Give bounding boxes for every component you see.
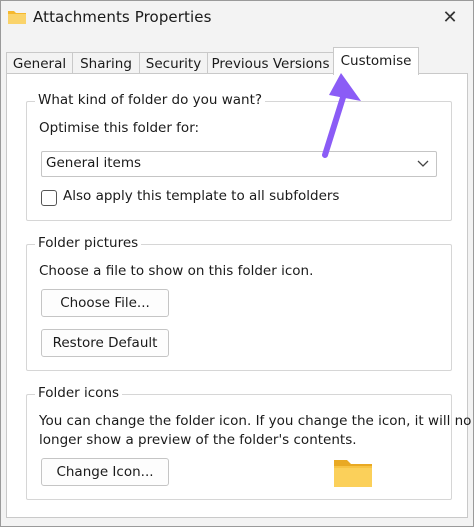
- optimise-select[interactable]: General items: [41, 151, 437, 177]
- change-icon-button[interactable]: Change Icon...: [41, 458, 169, 486]
- selected-option: General items: [46, 155, 142, 171]
- folder-icons-description-line1: You can change the folder icon. If you c…: [39, 413, 472, 429]
- tab-security[interactable]: Security: [139, 52, 208, 74]
- close-button[interactable]: ✕: [435, 5, 465, 31]
- folder-icons-description-line2: longer show a preview of the folder's co…: [39, 432, 357, 448]
- tab-previous-versions[interactable]: Previous Versions: [207, 52, 334, 74]
- title-bar: Attachments Properties ✕: [1, 1, 473, 39]
- group-label: Folder icons: [35, 385, 123, 401]
- apply-subfolders-checkbox[interactable]: [41, 190, 57, 206]
- choose-file-button[interactable]: Choose File...: [41, 289, 169, 317]
- properties-dialog: Attachments Properties ✕ General Sharing…: [0, 0, 474, 527]
- optimise-label: Optimise this folder for:: [39, 120, 200, 136]
- folder-icon: [334, 460, 372, 487]
- chevron-down-icon: [417, 160, 429, 167]
- tab-sharing[interactable]: Sharing: [72, 52, 140, 74]
- close-icon: ✕: [442, 7, 458, 28]
- folder-icon: [8, 11, 26, 24]
- folder-pictures-group: Folder pictures Choose a file to show on…: [26, 235, 452, 371]
- folder-icons-group: Folder icons You can change the folder i…: [26, 385, 471, 500]
- tab-customise[interactable]: Customise: [333, 47, 419, 75]
- window-title: Attachments Properties: [33, 8, 212, 26]
- folder-type-group: What kind of folder do you want? Optimis…: [26, 92, 452, 221]
- customise-panel: What kind of folder do you want? Optimis…: [6, 73, 471, 518]
- tab-general[interactable]: General: [6, 52, 73, 74]
- group-label: What kind of folder do you want?: [35, 92, 266, 108]
- folder-pictures-description: Choose a file to show on this folder ico…: [39, 263, 314, 279]
- group-label: Folder pictures: [35, 235, 142, 251]
- restore-default-button[interactable]: Restore Default: [41, 329, 169, 357]
- checkbox-label: Also apply this template to all subfolde…: [63, 188, 340, 204]
